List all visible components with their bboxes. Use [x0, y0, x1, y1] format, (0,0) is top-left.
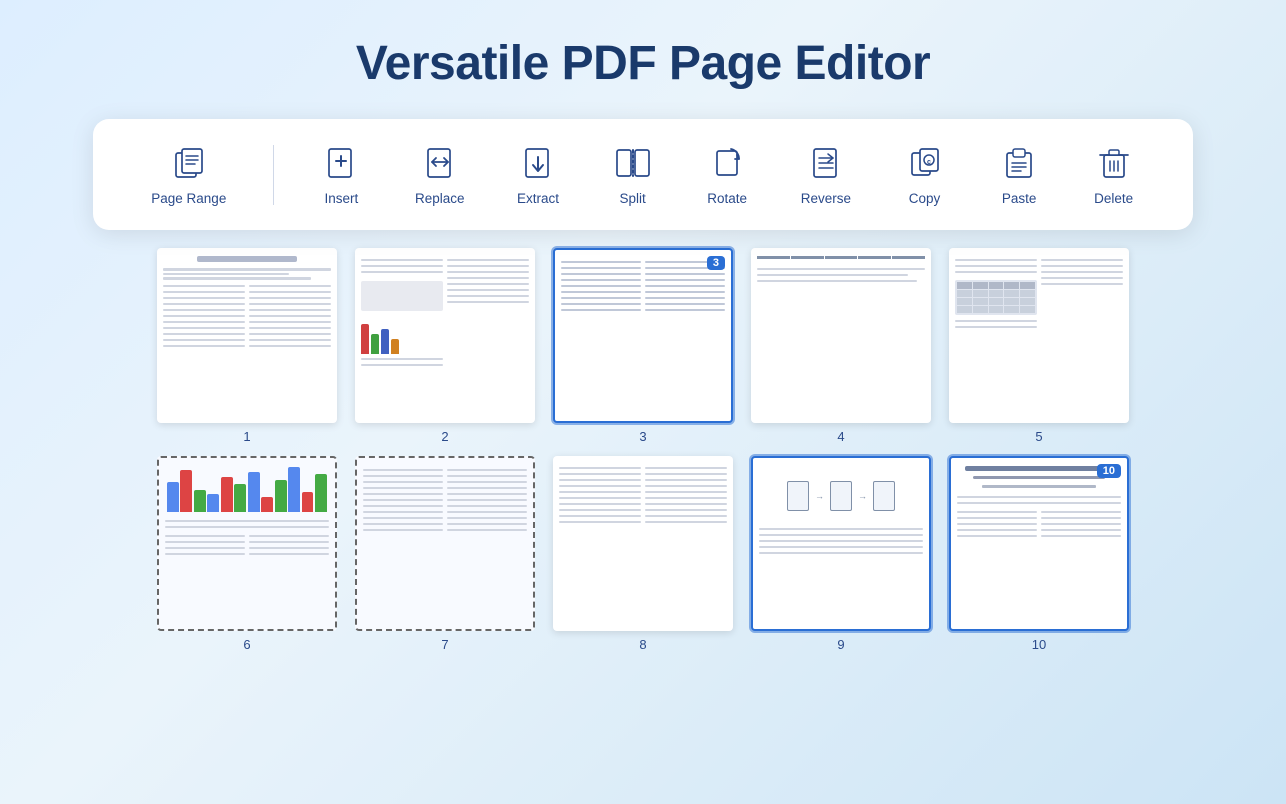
page-item-2[interactable]: 2: [355, 248, 535, 444]
page-label-10: 10: [1032, 637, 1046, 652]
page-label-8: 8: [639, 637, 646, 652]
toolbar-item-insert[interactable]: Insert: [306, 137, 376, 212]
toolbar-item-replace[interactable]: Replace: [401, 137, 479, 212]
page-item-9[interactable]: → → 9: [751, 456, 931, 652]
insert-icon: [321, 143, 361, 183]
toolbar-label-extract: Extract: [517, 191, 559, 206]
page-thumb-2: [355, 248, 535, 423]
page-range-icon: [169, 143, 209, 183]
pages-row-1: 1: [30, 248, 1256, 444]
split-icon: [613, 143, 653, 183]
toolbar-item-rotate[interactable]: Rotate: [692, 137, 762, 212]
page-item-7[interactable]: 7: [355, 456, 535, 652]
page-thumb-10: 10: [949, 456, 1129, 631]
page-thumb-4: [751, 248, 931, 423]
page-thumb-5: [949, 248, 1129, 423]
paste-icon: [999, 143, 1039, 183]
pages-row-2: 6: [30, 456, 1256, 652]
page-label-7: 7: [441, 637, 448, 652]
toolbar-label-delete: Delete: [1094, 191, 1133, 206]
toolbar-label-split: Split: [619, 191, 645, 206]
page-item-10[interactable]: 10: [949, 456, 1129, 652]
svg-text:c: c: [927, 159, 931, 166]
toolbar: Page Range Insert Replace: [93, 119, 1193, 230]
pages-area: 1: [0, 248, 1286, 652]
toolbar-label-paste: Paste: [1002, 191, 1037, 206]
rotate-icon: [707, 143, 747, 183]
page-title: Versatile PDF Page Editor: [356, 36, 930, 91]
page-item-3[interactable]: 3: [553, 248, 733, 444]
toolbar-item-delete[interactable]: Delete: [1079, 137, 1149, 212]
page-item-5[interactable]: 5: [949, 248, 1129, 444]
page-thumb-6: [157, 456, 337, 631]
toolbar-item-page-range[interactable]: Page Range: [137, 137, 240, 212]
toolbar-item-copy[interactable]: c Copy: [890, 137, 960, 212]
page-thumb-8: [553, 456, 733, 631]
page-item-8[interactable]: 8: [553, 456, 733, 652]
page-thumb-9: → →: [751, 456, 931, 631]
page-thumb-3: 3: [553, 248, 733, 423]
page-label-4: 4: [837, 429, 844, 444]
toolbar-label-replace: Replace: [415, 191, 465, 206]
delete-icon: [1094, 143, 1134, 183]
page-label-9: 9: [837, 637, 844, 652]
page-label-5: 5: [1035, 429, 1042, 444]
page-label-3: 3: [639, 429, 646, 444]
toolbar-divider: [273, 145, 274, 205]
toolbar-item-split[interactable]: Split: [598, 137, 668, 212]
toolbar-label-insert: Insert: [325, 191, 359, 206]
page-item-1[interactable]: 1: [157, 248, 337, 444]
toolbar-label-reverse: Reverse: [801, 191, 851, 206]
toolbar-label-page-range: Page Range: [151, 191, 226, 206]
page-badge-3: 3: [707, 256, 725, 270]
toolbar-label-rotate: Rotate: [707, 191, 747, 206]
page-badge-10: 10: [1097, 464, 1121, 478]
page-label-2: 2: [441, 429, 448, 444]
page-thumb-1: [157, 248, 337, 423]
toolbar-item-paste[interactable]: Paste: [984, 137, 1054, 212]
page-label-1: 1: [243, 429, 250, 444]
page-label-6: 6: [243, 637, 250, 652]
toolbar-item-reverse[interactable]: Reverse: [787, 137, 865, 212]
toolbar-item-extract[interactable]: Extract: [503, 137, 573, 212]
replace-icon: [420, 143, 460, 183]
toolbar-label-copy: Copy: [909, 191, 941, 206]
reverse-icon: [806, 143, 846, 183]
extract-icon: [518, 143, 558, 183]
page-item-6[interactable]: 6: [157, 456, 337, 652]
page-thumb-7: [355, 456, 535, 631]
copy-icon: c: [905, 143, 945, 183]
page-item-4[interactable]: 4: [751, 248, 931, 444]
